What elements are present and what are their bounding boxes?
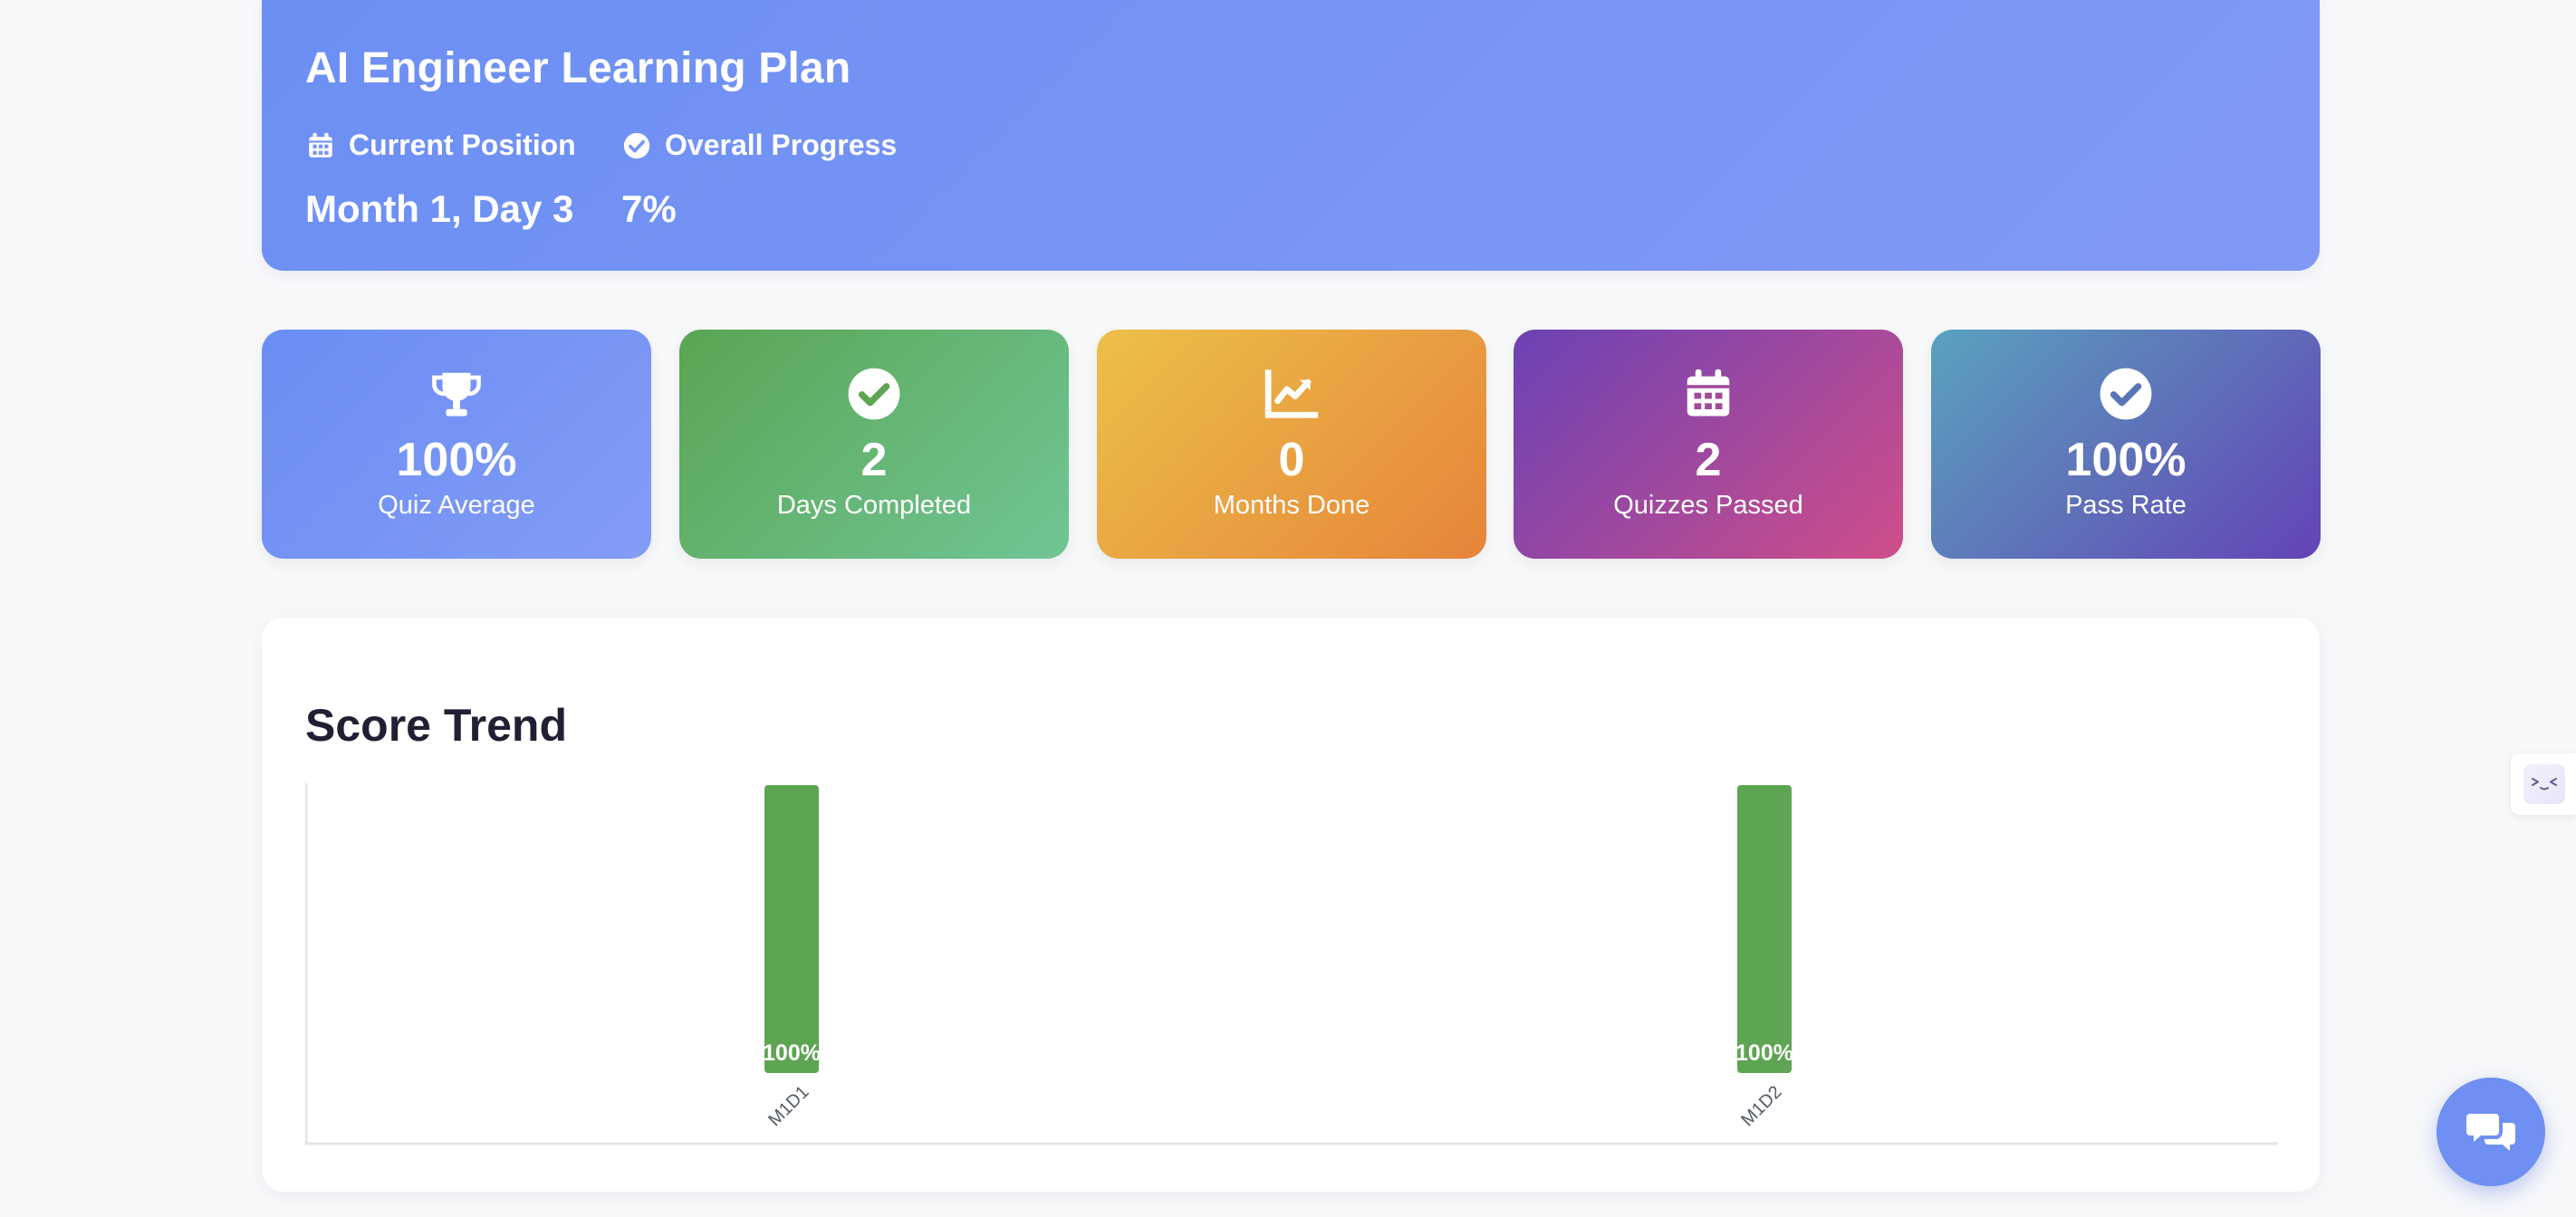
bar-data-label: 100% xyxy=(1735,1040,1793,1066)
calendar-icon xyxy=(1687,369,1730,417)
stat-label: Quizzes Passed xyxy=(1613,491,1803,520)
check-circle-icon xyxy=(2100,368,2152,420)
chat-bubbles-icon xyxy=(2466,1114,2515,1151)
stat-label: Quiz Average xyxy=(378,491,535,520)
chart-bar[interactable] xyxy=(764,785,819,1073)
stat-value: 2 xyxy=(860,434,888,486)
stat-card-months-done: 0 Months Done xyxy=(1097,330,1486,559)
stat-card-days-completed: 2 Days Completed xyxy=(679,330,1069,559)
stat-card-pass-rate: 100% Pass Rate xyxy=(1931,330,2321,559)
chat-button[interactable] xyxy=(2437,1078,2545,1186)
x-tick-label: M1D2 xyxy=(1737,1082,1785,1130)
bar-data-label: 100% xyxy=(763,1040,821,1066)
score-trend-chart: 100% M1D1 100% M1D2 xyxy=(305,783,2278,1145)
trophy-icon xyxy=(432,372,481,417)
plan-header: AI Engineer Learning Plan Current Positi… xyxy=(262,0,2320,271)
chart-line-icon xyxy=(1264,369,1319,418)
x-tick-label: M1D1 xyxy=(764,1082,812,1130)
score-trend-panel: Score Trend 100% M1D1 100% M1D2 xyxy=(262,618,2320,1192)
calendar-icon xyxy=(309,132,332,158)
stat-card-quiz-average: 100% Quiz Average xyxy=(262,330,651,559)
stat-value: 2 xyxy=(1695,434,1722,486)
stat-label: Days Completed xyxy=(776,491,972,520)
code-face-icon xyxy=(2532,778,2557,791)
stat-value: 100% xyxy=(396,434,517,486)
side-widget-tab[interactable] xyxy=(2511,753,2576,815)
overall-progress-label: Overall Progress xyxy=(665,129,898,161)
stat-card-quizzes-passed: 2 Quizzes Passed xyxy=(1514,330,1903,559)
current-position: Current Position Month 1, Day 3 xyxy=(305,129,576,231)
stat-label: Months Done xyxy=(1213,491,1370,520)
stat-value: 100% xyxy=(2065,434,2187,486)
chart-bar[interactable] xyxy=(1737,785,1792,1073)
check-circle-icon xyxy=(623,132,650,158)
stat-value: 0 xyxy=(1278,434,1305,486)
stat-label: Pass Rate xyxy=(2065,491,2187,520)
score-trend-svg: 100% M1D1 100% M1D2 xyxy=(305,783,2278,1145)
score-trend-title: Score Trend xyxy=(305,700,567,751)
overall-progress-value: 7% xyxy=(621,187,677,230)
current-position-label: Current Position xyxy=(349,129,576,161)
check-circle-icon xyxy=(848,368,900,420)
overall-progress: Overall Progress 7% xyxy=(621,129,897,231)
stats-row: 100% Quiz Average 2 Days Completed 0 Mon… xyxy=(262,330,2321,559)
page-title: AI Engineer Learning Plan xyxy=(305,44,851,92)
current-position-value: Month 1, Day 3 xyxy=(305,187,574,230)
